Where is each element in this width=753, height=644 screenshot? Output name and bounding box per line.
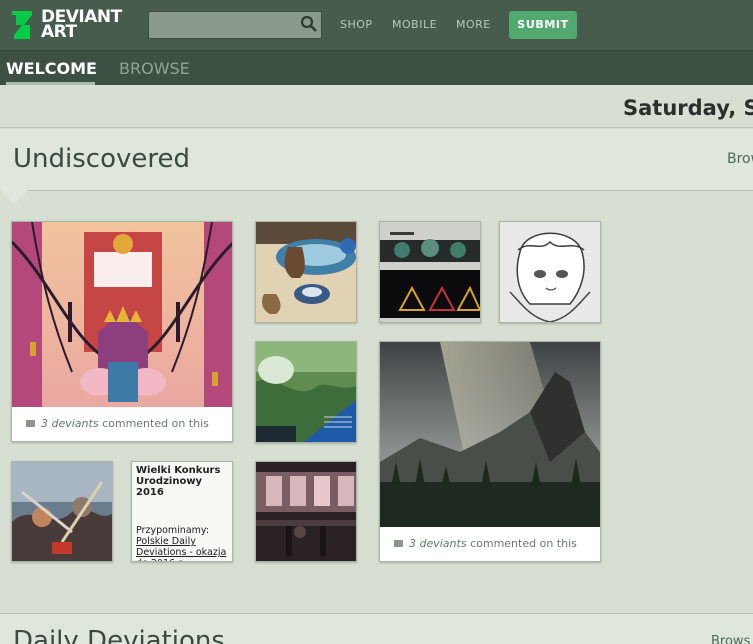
throne-artwork: [12, 222, 232, 408]
date-heading: Saturday, Se: [623, 96, 753, 120]
tab-browse[interactable]: BROWSE: [119, 59, 190, 78]
deviation-thumb-map[interactable]: [255, 341, 357, 443]
nav-shop[interactable]: SHOP: [340, 18, 373, 31]
mountain-artwork: [380, 342, 600, 528]
submit-button[interactable]: SUBMIT: [509, 11, 577, 39]
comment-icon: [394, 540, 403, 547]
nav-mobile[interactable]: MOBILE: [392, 18, 437, 31]
undiscovered-title: Undiscovered: [13, 144, 190, 174]
deviation-thumb-battle[interactable]: [11, 461, 113, 562]
thumb-caption: 3 deviants commented on this: [12, 407, 232, 441]
deviation-thumb-still-life[interactable]: [255, 221, 357, 323]
daily-deviations-title: Daily Deviations: [13, 626, 225, 644]
deviantart-logo-icon: [12, 11, 32, 39]
tab-bar: WELCOME BROWSE: [0, 50, 753, 85]
manga-sketch-artwork: [500, 222, 600, 322]
thumb-caption: 3 deviants commented on this: [380, 527, 600, 561]
tab-welcome[interactable]: WELCOME: [6, 59, 97, 78]
logo-wordmark: DEVIANT ART: [41, 7, 122, 42]
interior-artwork: [256, 462, 356, 561]
search-icon[interactable]: [300, 15, 318, 33]
section-notch: [0, 190, 28, 204]
comment-icon: [26, 420, 35, 427]
ui-sheet-artwork: [380, 222, 480, 322]
nav-more[interactable]: MORE: [456, 18, 491, 31]
daily-deviations-browse-link[interactable]: Brows: [711, 634, 750, 644]
top-bar: DEVIANT ART SHOP MOBILE MORE SUBMIT: [0, 0, 753, 50]
deviation-thumb-interior[interactable]: [255, 461, 357, 562]
deviantart-logo[interactable]: DEVIANT ART: [10, 9, 128, 41]
still-life-artwork: [256, 222, 356, 322]
undiscovered-browse-link[interactable]: Brow: [727, 151, 753, 167]
deviation-thumb-throne[interactable]: 3 deviants commented on this: [11, 221, 233, 442]
deviation-thumb-ui-sheet[interactable]: [379, 221, 481, 323]
search-input[interactable]: [148, 11, 322, 39]
literature-excerpt: Przypominamy: Polskie Daily Deviations -…: [136, 525, 230, 561]
map-artwork: [256, 342, 356, 442]
deviation-thumb-manga-sketch[interactable]: [499, 221, 601, 323]
deviation-thumb-literature[interactable]: Wielki Konkurs Urodzinowy 2016 Przypomin…: [131, 461, 233, 562]
battle-artwork: [12, 462, 112, 561]
literature-link[interactable]: Polskie Daily Deviations -: [136, 536, 196, 558]
deviation-thumb-mountain[interactable]: 3 deviants commented on this: [379, 341, 601, 562]
literature-title: Wielki Konkurs Urodzinowy 2016: [136, 465, 221, 498]
